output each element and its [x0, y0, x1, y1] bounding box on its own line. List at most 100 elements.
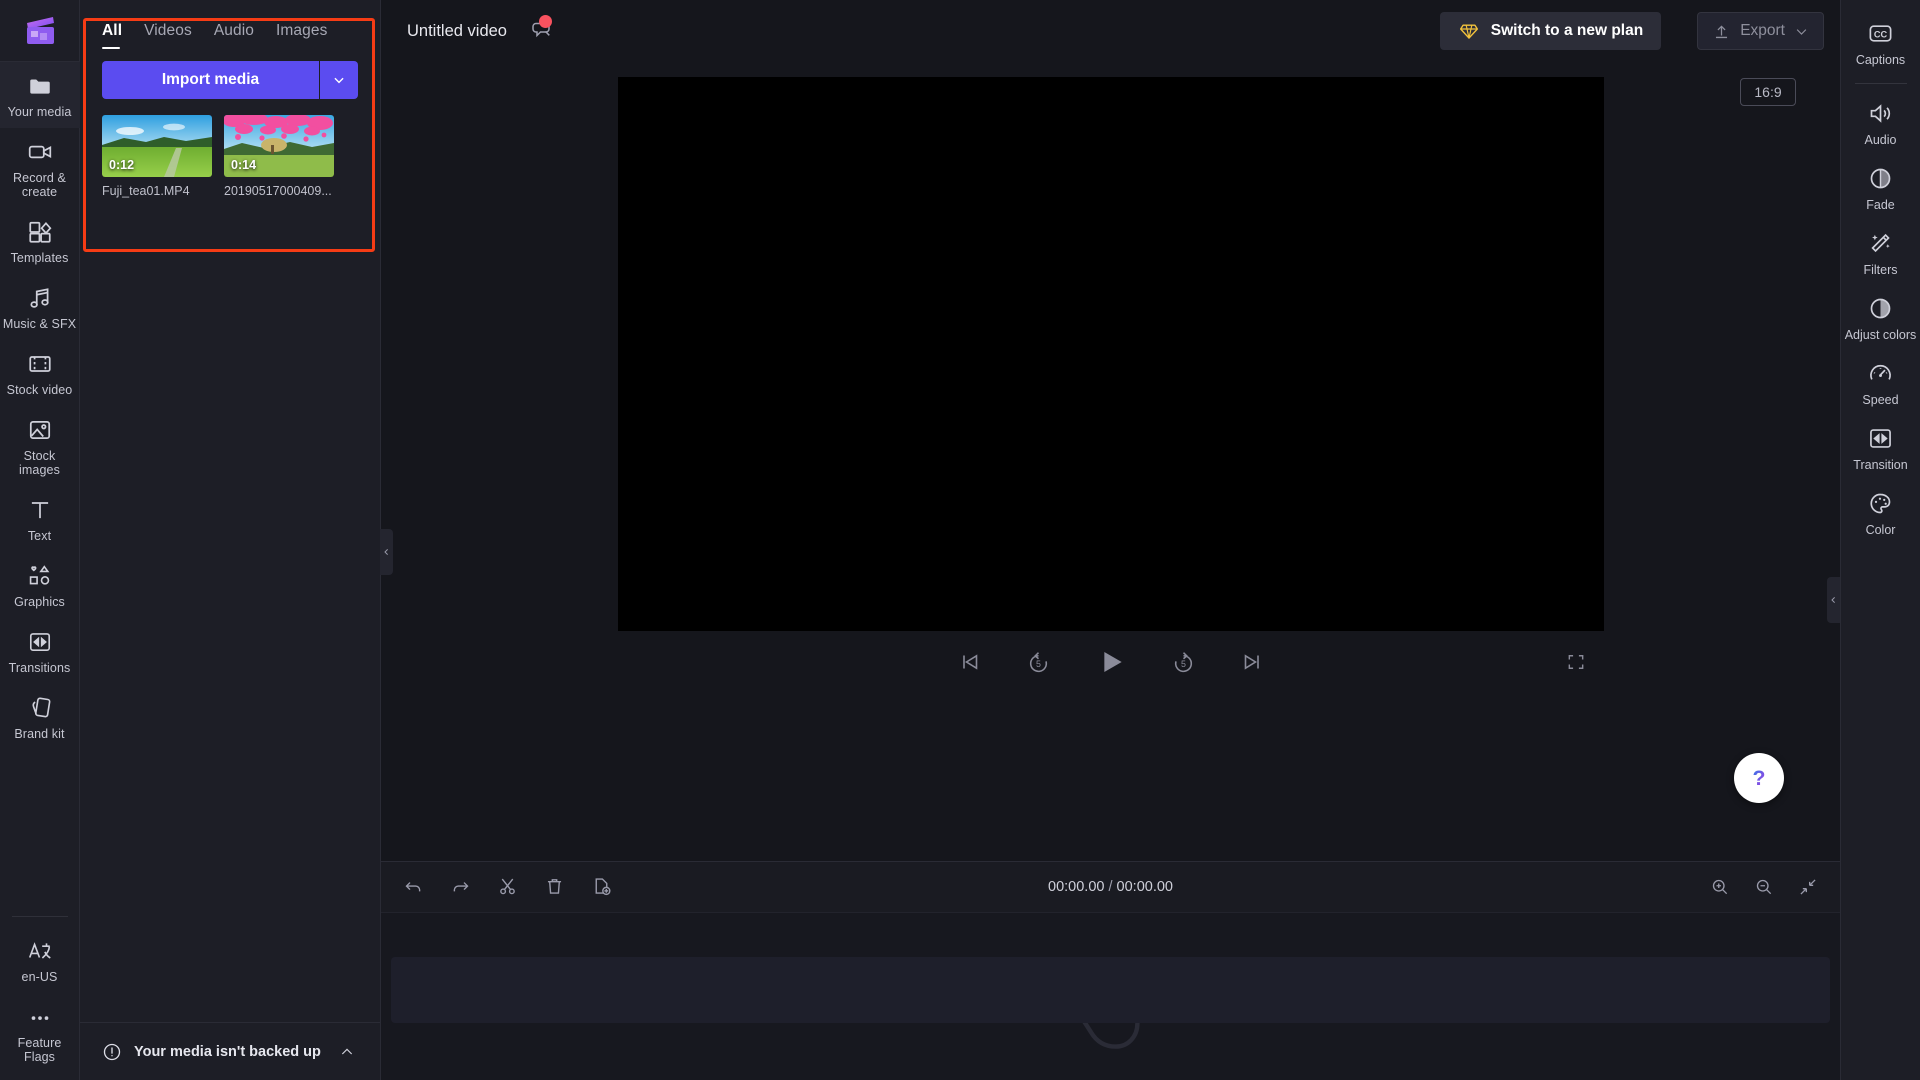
right-item-filters[interactable]: Filters: [1841, 220, 1920, 285]
right-item-color[interactable]: Color: [1841, 480, 1920, 545]
media-panel-tabs: All Videos Audio Images: [80, 0, 380, 49]
question-mark-icon: ?: [1753, 765, 1766, 789]
video-preview-stage[interactable]: [617, 77, 1604, 631]
left-sidebar-bottom: en-US Feature Flags: [0, 912, 79, 1080]
right-item-label: Transition: [1853, 458, 1908, 472]
right-item-speed[interactable]: Speed: [1841, 350, 1920, 415]
scissors-icon[interactable]: [497, 876, 518, 897]
right-item-audio[interactable]: Audio: [1841, 90, 1920, 155]
right-item-label: Filters: [1863, 263, 1898, 277]
duplicate-icon[interactable]: [591, 876, 612, 897]
cc-icon: CC: [1869, 25, 1892, 42]
forward-5-icon[interactable]: 5: [1171, 650, 1196, 675]
sidebar-item-label: en-US: [21, 970, 58, 984]
warning-circle-icon: [103, 1043, 121, 1060]
tab-images[interactable]: Images: [276, 22, 327, 49]
media-backup-text: Your media isn't backed up: [134, 1043, 321, 1060]
export-button[interactable]: Export: [1697, 12, 1824, 50]
speaker-icon: [1870, 104, 1891, 123]
timeline-dropzone[interactable]: [391, 956, 1830, 1023]
import-media-dropdown-button[interactable]: [320, 61, 358, 99]
skip-forward-icon[interactable]: [1240, 650, 1264, 674]
sidebar-item-language[interactable]: en-US: [0, 927, 80, 993]
switch-plan-button[interactable]: Switch to a new plan: [1439, 12, 1662, 50]
rewind-5-icon[interactable]: 5: [1026, 650, 1051, 675]
fit-screen-icon[interactable]: [1798, 877, 1818, 897]
right-panel-collapse-handle[interactable]: [1827, 577, 1840, 623]
tab-all[interactable]: All: [102, 22, 122, 49]
sidebar-item-stock-video[interactable]: Stock video: [0, 340, 80, 406]
editor-main: Untitled video Switch to a new plan Expo…: [381, 0, 1840, 1080]
right-item-captions[interactable]: CC Captions: [1841, 10, 1920, 75]
media-duration: 0:14: [231, 158, 257, 172]
sidebar-item-label: Stock video: [6, 383, 73, 397]
sidebar-item-stock-images[interactable]: Stock images: [0, 406, 80, 486]
right-item-fade[interactable]: Fade: [1841, 155, 1920, 220]
chevron-left-icon: [1831, 597, 1835, 603]
project-title[interactable]: Untitled video: [407, 22, 507, 41]
chevron-down-icon: [334, 77, 344, 84]
upload-arrow-icon: [1716, 24, 1728, 38]
sidebar-item-graphics[interactable]: Graphics: [0, 552, 80, 618]
ellipsis-icon: [31, 1016, 48, 1020]
right-item-adjust-colors[interactable]: Adjust colors: [1841, 285, 1920, 350]
left-sidebar-items: Your media Record & create Templates Mus…: [0, 62, 80, 750]
skip-back-icon[interactable]: [958, 650, 982, 674]
sidebar-item-your-media[interactable]: Your media: [0, 62, 80, 128]
film-strip-icon: [28, 356, 51, 372]
brand-kit-icon: [31, 697, 50, 718]
chevron-left-icon: [384, 549, 388, 555]
sidebar-divider: [11, 916, 68, 917]
top-toolbar: Untitled video Switch to a new plan Expo…: [381, 0, 1840, 62]
feedback-notification-dot: [538, 14, 552, 28]
import-media-row: Import media: [80, 49, 380, 99]
timecode-separator: /: [1108, 878, 1113, 895]
magnifier-plus-icon[interactable]: [1710, 877, 1730, 897]
media-item[interactable]: 0:12 Fuji_tea01.MP4: [102, 115, 212, 198]
timeline-track-area[interactable]: Drag & drop media here: [381, 912, 1840, 1080]
svg-text:?: ?: [1753, 765, 1766, 789]
sidebar-item-label: Templates: [10, 251, 69, 265]
sidebar-item-record-create[interactable]: Record & create: [0, 128, 80, 208]
timeline-zoom-tools: [1710, 877, 1818, 897]
app-logo[interactable]: [0, 0, 80, 62]
play-icon[interactable]: [1095, 646, 1127, 678]
speedometer-icon: [1870, 364, 1891, 380]
sidebar-item-templates[interactable]: Templates: [0, 208, 80, 274]
video-camera-icon: [28, 145, 51, 159]
feedback-button[interactable]: [529, 14, 553, 46]
transition-icon: [1870, 429, 1891, 448]
media-item[interactable]: 0:14 20190517000409...: [224, 115, 334, 198]
timeline-tools: [403, 876, 612, 897]
media-panel-collapse-handle[interactable]: [380, 529, 393, 575]
right-item-label: Speed: [1862, 393, 1899, 407]
shapes-icon: [29, 565, 49, 585]
half-circle-icon: [1870, 298, 1891, 319]
sidebar-item-transitions[interactable]: Transitions: [0, 618, 80, 684]
redo-arrow-icon[interactable]: [450, 876, 471, 897]
help-button[interactable]: ?: [1734, 752, 1784, 803]
sidebar-item-feature-flags[interactable]: Feature Flags: [0, 993, 80, 1080]
sidebar-item-label: Brand kit: [14, 727, 65, 741]
sidebar-item-brand-kit[interactable]: Brand kit: [0, 684, 80, 750]
export-label: Export: [1740, 22, 1785, 39]
tab-audio[interactable]: Audio: [214, 22, 254, 49]
right-item-label: Color: [1865, 523, 1896, 537]
svg-text:5: 5: [1036, 659, 1041, 669]
sidebar-item-text[interactable]: Text: [0, 486, 80, 552]
tab-videos[interactable]: Videos: [144, 22, 192, 49]
right-sidebar: CC Captions Audio Fade Filters Adjust co…: [1840, 0, 1920, 1080]
undo-arrow-icon[interactable]: [403, 876, 424, 897]
aspect-ratio-badge[interactable]: 16:9: [1740, 78, 1796, 106]
sidebar-item-label: Record & create: [13, 171, 66, 199]
fullscreen-icon[interactable]: [1566, 652, 1586, 672]
trash-icon[interactable]: [544, 876, 565, 897]
magnifier-minus-icon[interactable]: [1754, 877, 1774, 897]
import-media-button[interactable]: Import media: [102, 61, 319, 99]
right-item-transition[interactable]: Transition: [1841, 415, 1920, 480]
media-filename: Fuji_tea01.MP4: [102, 184, 190, 198]
media-backup-status[interactable]: Your media isn't backed up: [80, 1022, 380, 1080]
language-icon: [28, 942, 51, 959]
sidebar-item-music-sfx[interactable]: Music & SFX: [0, 274, 80, 340]
chevron-down-icon: [1796, 28, 1807, 35]
